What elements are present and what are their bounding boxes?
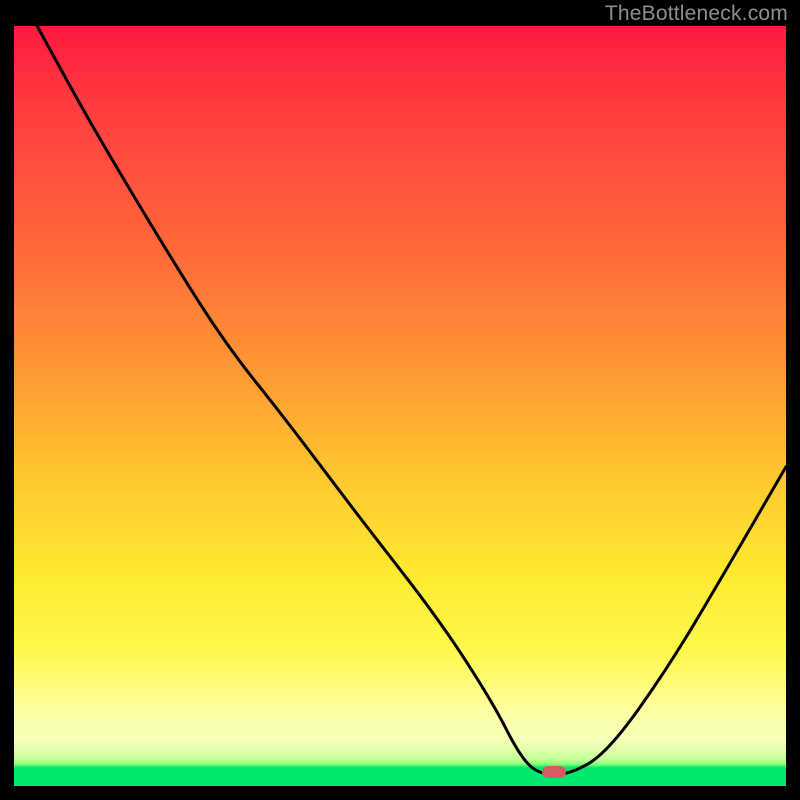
chart-frame <box>14 26 786 786</box>
watermark-text: TheBottleneck.com <box>605 2 788 26</box>
bottleneck-curve <box>14 26 786 786</box>
optimal-point-marker <box>542 766 566 778</box>
